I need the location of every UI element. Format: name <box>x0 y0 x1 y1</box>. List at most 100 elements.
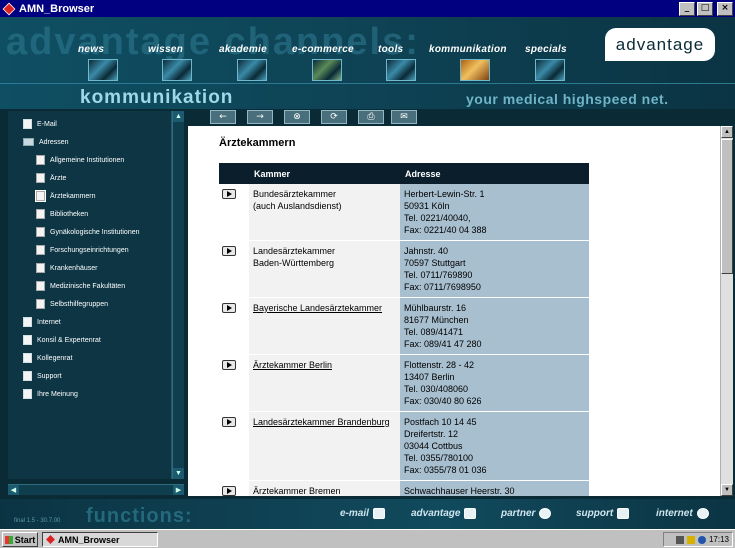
content-vertical-scrollbar[interactable]: ▲ ▼ <box>720 126 733 496</box>
book-icon <box>36 281 45 291</box>
scroll-down-icon[interactable]: ▼ <box>721 484 733 496</box>
table-row: Ärztekammer Berlin Flottenstr. 28 - 42 134… <box>219 354 589 412</box>
speaker-icon[interactable] <box>675 535 684 544</box>
sidebar-item-allgemeine-institutionen[interactable]: Allgemeine Institutionen <box>36 153 124 167</box>
e-commerce-icon[interactable] <box>312 59 342 81</box>
maximize-button[interactable]: □ <box>697 1 713 16</box>
kammer-link[interactable]: Landesärztekammer Brandenburg <box>253 417 390 427</box>
footer-link-support[interactable]: support <box>576 508 630 519</box>
table-row: Bayerische Landesärztekammer Mühlbaurstr.… <box>219 297 589 355</box>
sidebar-item-label: Krankenhäuser <box>50 264 98 272</box>
kammer-link[interactable]: Ärztekammer Berlin <box>253 360 332 370</box>
table-cell-adresse: Mühlbaurstr. 16 81677 München Tel. 089/414… <box>400 297 589 355</box>
table-cell-kammer: Ärztekammer Bremen <box>249 480 400 496</box>
address-line: Tel. 0711/769890 <box>404 270 473 280</box>
sidebar-item-forschungseinrichtungen[interactable]: Forschungseinrichtungen <box>36 243 129 257</box>
sidebar-item-bibliotheken[interactable]: Bibliotheken <box>36 207 88 221</box>
kollegenrat-icon <box>23 353 32 363</box>
folder-open-icon <box>23 138 34 146</box>
sidebar: E-Mail Adressen Allgemeine Institutionen… <box>0 109 188 499</box>
table-cell-kammer: Bayerische Landesärztekammer <box>249 297 400 355</box>
footer-link-advantage[interactable]: advantage <box>411 508 477 519</box>
play-arrow-icon[interactable] <box>222 246 236 256</box>
scroll-up-icon[interactable]: ▲ <box>721 126 733 138</box>
sidebar-item-support[interactable]: Support <box>23 369 62 383</box>
network-icon[interactable] <box>697 535 706 544</box>
kommunikation-icon[interactable] <box>460 59 490 81</box>
table-cell-icon <box>219 411 249 481</box>
konsil-icon <box>23 335 32 345</box>
scroll-down-icon[interactable]: ▼ <box>173 468 184 479</box>
sidebar-item-adressen[interactable]: Adressen <box>23 135 69 149</box>
book-icon <box>36 245 45 255</box>
mail-button[interactable]: ✉ <box>391 110 417 124</box>
nav-specials[interactable]: specials <box>525 44 567 55</box>
wissen-icon[interactable] <box>162 59 192 81</box>
advantage-logo[interactable]: advantage <box>605 28 715 61</box>
footer-link-email[interactable]: e-mail <box>340 508 385 519</box>
scroll-right-icon[interactable]: ▶ <box>173 485 184 495</box>
specials-icon[interactable] <box>535 59 565 81</box>
reload-button[interactable]: ⟳ <box>321 110 347 124</box>
akademie-icon[interactable] <box>237 59 267 81</box>
support-box-icon <box>617 508 630 519</box>
address-line: 13407 Berlin <box>404 372 455 382</box>
scroll-thumb[interactable] <box>721 139 733 274</box>
sidebar-item-medizinische-fakultaeten[interactable]: Medizinische Fakultäten <box>36 279 125 293</box>
nav-akademie[interactable]: akademie <box>219 44 267 55</box>
aerztekammern-table: Kammer Adresse Bundesärztekammer (auch Au… <box>219 163 589 496</box>
sidebar-item-email[interactable]: E-Mail <box>23 117 57 131</box>
sidebar-item-selbsthilfegruppen[interactable]: Selbsthilfegruppen <box>36 297 108 311</box>
footer-link-partner[interactable]: partner <box>501 508 552 519</box>
nav-e-commerce[interactable]: e-commerce <box>292 44 354 55</box>
play-arrow-icon[interactable] <box>222 303 236 313</box>
address-line: Flottenstr. 28 - 42 <box>404 360 475 370</box>
table-cell-kammer: Ärztekammer Berlin <box>249 354 400 412</box>
banner-divider <box>0 83 735 84</box>
book-icon <box>36 191 45 201</box>
table-cell-adresse: Flottenstr. 28 - 42 13407 Berlin Tel. 030/… <box>400 354 589 412</box>
scroll-left-icon[interactable]: ◀ <box>8 485 19 495</box>
kammer-name-line: Bundesärztekammer <box>253 189 337 199</box>
address-line: Postfach 10 14 45 <box>404 417 477 427</box>
taskbar-item-amn-browser[interactable]: AMN_Browser <box>42 532 158 547</box>
functions-bar: functions: final 1.5 - 30.7.00 e-mail ad… <box>0 499 735 529</box>
close-button[interactable]: × <box>717 1 733 16</box>
sidebar-horizontal-scrollbar[interactable]: ◀ ▶ <box>8 484 184 495</box>
play-arrow-icon[interactable] <box>222 360 236 370</box>
tools-icon[interactable] <box>386 59 416 81</box>
sidebar-item-ihre-meinung[interactable]: Ihre Meinung <box>23 387 78 401</box>
sidebar-item-aerztekammern[interactable]: Ärztekammern <box>36 189 96 203</box>
minimize-button[interactable]: _ <box>679 1 695 16</box>
start-button[interactable]: Start <box>2 532 38 547</box>
warning-icon[interactable] <box>686 535 695 544</box>
sidebar-item-internet[interactable]: Internet <box>23 315 61 329</box>
nav-news[interactable]: news <box>78 44 104 55</box>
news-icon[interactable] <box>88 59 118 81</box>
sidebar-item-konsil[interactable]: Konsil & Expertenrat <box>23 333 101 347</box>
address-line: Fax: 0221/40 04 388 <box>404 225 487 235</box>
forward-button[interactable]: → <box>247 110 273 124</box>
play-arrow-icon[interactable] <box>222 189 236 199</box>
print-button[interactable]: ⎙ <box>358 110 384 124</box>
clock[interactable]: 17:13 <box>709 535 729 544</box>
scroll-up-icon[interactable]: ▲ <box>173 111 184 122</box>
footer-link-internet[interactable]: internet <box>656 508 709 519</box>
sidebar-item-kollegenrat[interactable]: Kollegenrat <box>23 351 72 365</box>
play-arrow-icon[interactable] <box>222 417 236 427</box>
play-arrow-icon[interactable] <box>222 486 236 496</box>
table-row: Landesärztekammer Brandenburg Postfach 10… <box>219 411 589 481</box>
sidebar-item-label: E-Mail <box>37 120 57 128</box>
nav-tools[interactable]: tools <box>378 44 403 55</box>
sidebar-item-krankenhaeuser[interactable]: Krankenhäuser <box>36 261 97 275</box>
table-cell-icon <box>219 240 249 298</box>
nav-kommunikation[interactable]: kommunikation <box>429 44 507 55</box>
kammer-name: Landesärztekammer Baden-Württemberg <box>253 246 335 268</box>
sidebar-item-aerzte[interactable]: Ärzte <box>36 171 66 185</box>
sidebar-item-gynaekologische-institutionen[interactable]: Gynäkologische Institutionen <box>36 225 140 239</box>
stop-button[interactable]: ⊗ <box>284 110 310 124</box>
kammer-link[interactable]: Bayerische Landesärztekammer <box>253 303 382 313</box>
nav-wissen[interactable]: wissen <box>148 44 183 55</box>
sidebar-vertical-scrollbar[interactable]: ▲ ▼ <box>172 111 184 479</box>
back-button[interactable]: ← <box>210 110 236 124</box>
